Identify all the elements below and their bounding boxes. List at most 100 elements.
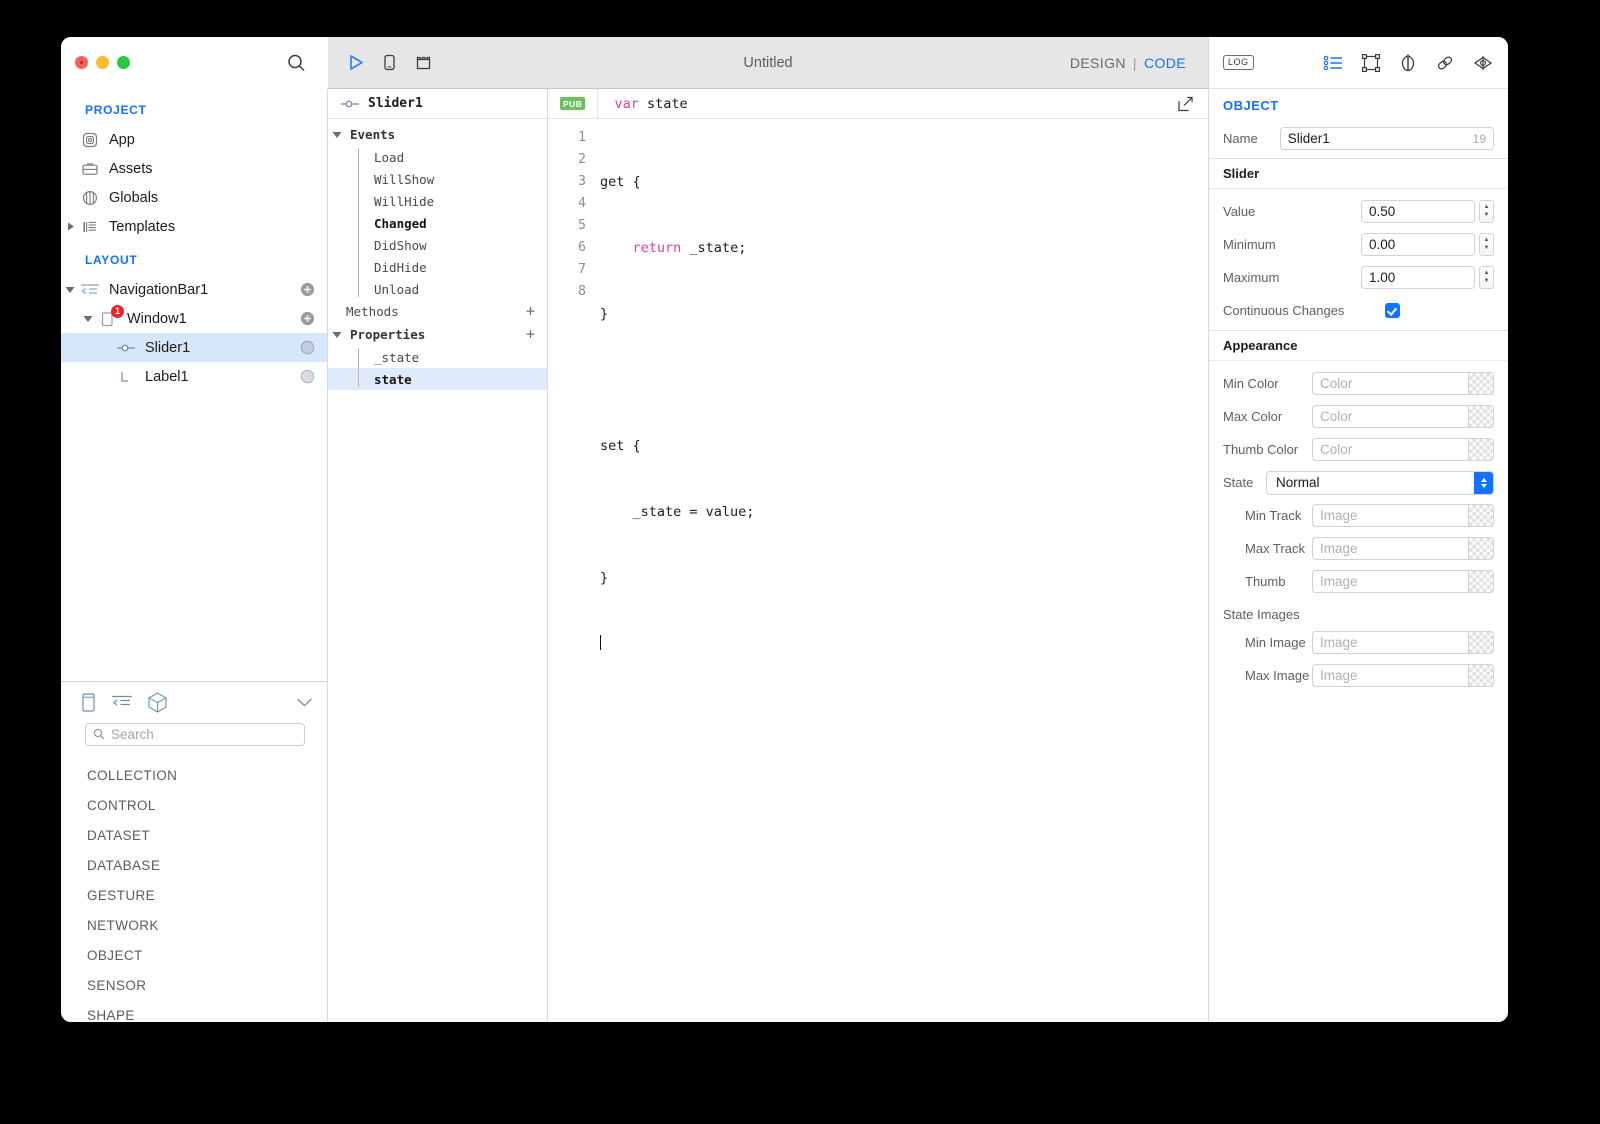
minimum-stepper[interactable]: ▲ ▼ [1479, 233, 1494, 256]
line-number: 6 [578, 240, 586, 255]
log-button[interactable]: LOG [1223, 55, 1254, 70]
value-input[interactable]: 0.50 [1361, 200, 1475, 223]
list-item[interactable]: GESTURE [61, 880, 327, 910]
member-group-properties[interactable]: Properties + [328, 323, 547, 346]
visibility-dot-icon[interactable] [300, 369, 315, 384]
list-item[interactable]: NETWORK [61, 910, 327, 940]
line-number: 8 [578, 284, 586, 299]
bindings-link-icon[interactable] [1435, 53, 1455, 73]
disclosure-down-icon[interactable] [328, 130, 346, 139]
list-item[interactable]: DATABASE [61, 850, 327, 880]
add-icon[interactable] [300, 282, 315, 297]
sidebar-item-navigationbar1[interactable]: NavigationBar1 [61, 275, 327, 304]
phone-device-icon[interactable] [380, 53, 399, 72]
layout-frame-icon[interactable] [1361, 53, 1381, 73]
member-group-methods[interactable]: Methods + [328, 300, 547, 323]
properties-list-icon[interactable] [1323, 54, 1344, 72]
disclosure-right-icon[interactable] [61, 222, 79, 231]
member-item[interactable]: Unload [328, 278, 547, 300]
maximum-row: Maximum 1.00 ▲ ▼ [1209, 261, 1508, 294]
titlebar-left [61, 37, 328, 89]
member-list: Events Load WillShow WillHide Changed Di… [328, 119, 547, 390]
max-track-input[interactable]: Image [1312, 537, 1494, 560]
state-select[interactable]: Normal [1266, 470, 1494, 495]
sidebar-item-window1[interactable]: 1 Window1 [61, 304, 327, 333]
code-text[interactable]: get { return _state; } set { _state = va… [590, 127, 1208, 699]
chevron-updown-icon[interactable] [1474, 471, 1493, 494]
state-value: Normal [1276, 475, 1320, 490]
appearance-icon[interactable] [1398, 53, 1418, 73]
max-color-input[interactable]: Color [1312, 405, 1494, 428]
minimum-input[interactable]: 0.00 [1361, 233, 1475, 256]
sidebar-item-assets[interactable]: Assets [61, 154, 327, 183]
thumb-color-input[interactable]: Color [1312, 438, 1494, 461]
member-item[interactable]: state [328, 368, 547, 390]
play-triangle-icon[interactable] [346, 53, 365, 72]
member-item[interactable]: Load [328, 146, 547, 168]
color-swatch-button[interactable] [1468, 373, 1493, 394]
image-picker-button[interactable] [1468, 505, 1493, 526]
sidebar-item-app[interactable]: App [61, 125, 327, 154]
member-item[interactable]: _state [328, 346, 547, 368]
thumb-input[interactable]: Image [1312, 570, 1494, 593]
image-picker-button[interactable] [1468, 632, 1493, 653]
preview-eye-icon[interactable] [1472, 53, 1494, 73]
member-item[interactable]: WillHide [328, 190, 547, 212]
sidebar-item-templates[interactable]: Templates [61, 212, 327, 241]
chevron-down-icon[interactable] [296, 697, 313, 708]
member-item[interactable]: DidShow [328, 234, 547, 256]
storyboard-icon[interactable] [414, 53, 433, 72]
navbar-outline-icon[interactable] [111, 694, 133, 710]
add-method-button[interactable]: + [526, 304, 535, 319]
list-item[interactable]: SHAPE [61, 1000, 327, 1022]
image-picker-button[interactable] [1468, 538, 1493, 559]
name-field[interactable]: Slider1 19 [1279, 127, 1494, 150]
open-in-new-icon[interactable] [1177, 95, 1194, 112]
search-input[interactable]: Search [85, 722, 305, 746]
visibility-dot-icon[interactable] [300, 340, 315, 355]
search-icon[interactable] [287, 53, 306, 72]
list-item[interactable]: SENSOR [61, 970, 327, 1000]
continuous-changes-checkbox[interactable] [1385, 303, 1400, 318]
member-item[interactable]: Changed [328, 212, 547, 234]
mode-design-tab[interactable]: DESIGN [1070, 55, 1126, 71]
image-picker-button[interactable] [1468, 665, 1493, 686]
color-swatch-button[interactable] [1468, 406, 1493, 427]
max-image-input[interactable]: Image [1312, 664, 1494, 687]
main-toolbar: Untitled DESIGN | CODE [328, 37, 1208, 89]
value-stepper[interactable]: ▲ ▼ [1479, 200, 1494, 223]
close-window-button[interactable] [75, 56, 88, 69]
min-color-input[interactable]: Color [1312, 372, 1494, 395]
color-swatch-button[interactable] [1468, 439, 1493, 460]
minimize-window-button[interactable] [96, 56, 109, 69]
member-item[interactable]: WillShow [328, 168, 547, 190]
list-item[interactable]: CONTROL [61, 790, 327, 820]
sidebar-item-label: Slider1 [145, 339, 191, 356]
sidebar-item-slider1[interactable]: Slider1 [61, 333, 327, 362]
maximize-window-button[interactable] [117, 56, 130, 69]
phone-outline-icon[interactable] [80, 692, 97, 713]
disclosure-down-icon[interactable] [61, 285, 79, 294]
maximum-input[interactable]: 1.00 [1361, 266, 1475, 289]
sidebar-item-label: App [109, 131, 135, 148]
member-item[interactable]: DidHide [328, 256, 547, 278]
list-item[interactable]: COLLECTION [61, 760, 327, 790]
mode-code-tab[interactable]: CODE [1144, 55, 1186, 71]
add-icon[interactable] [300, 311, 315, 326]
max-color-row: Max Color Color [1209, 400, 1508, 433]
cube-outline-icon[interactable] [147, 691, 168, 714]
add-property-button[interactable]: + [526, 327, 535, 342]
image-picker-button[interactable] [1468, 571, 1493, 592]
minimum-row: Minimum 0.00 ▲ ▼ [1209, 228, 1508, 261]
min-track-input[interactable]: Image [1312, 504, 1494, 527]
list-item[interactable]: DATASET [61, 820, 327, 850]
sidebar-item-globals[interactable]: Globals [61, 183, 327, 212]
code-editor[interactable]: 1 2 3 4 5 6 7 8 get { return _state; } s… [548, 119, 1208, 699]
disclosure-down-icon[interactable] [79, 314, 97, 323]
disclosure-down-icon[interactable] [328, 330, 346, 339]
sidebar-item-label1[interactable]: Label1 [61, 362, 327, 391]
list-item[interactable]: OBJECT [61, 940, 327, 970]
min-image-input[interactable]: Image [1312, 631, 1494, 654]
member-group-events[interactable]: Events [328, 123, 547, 146]
maximum-stepper[interactable]: ▲ ▼ [1479, 266, 1494, 289]
